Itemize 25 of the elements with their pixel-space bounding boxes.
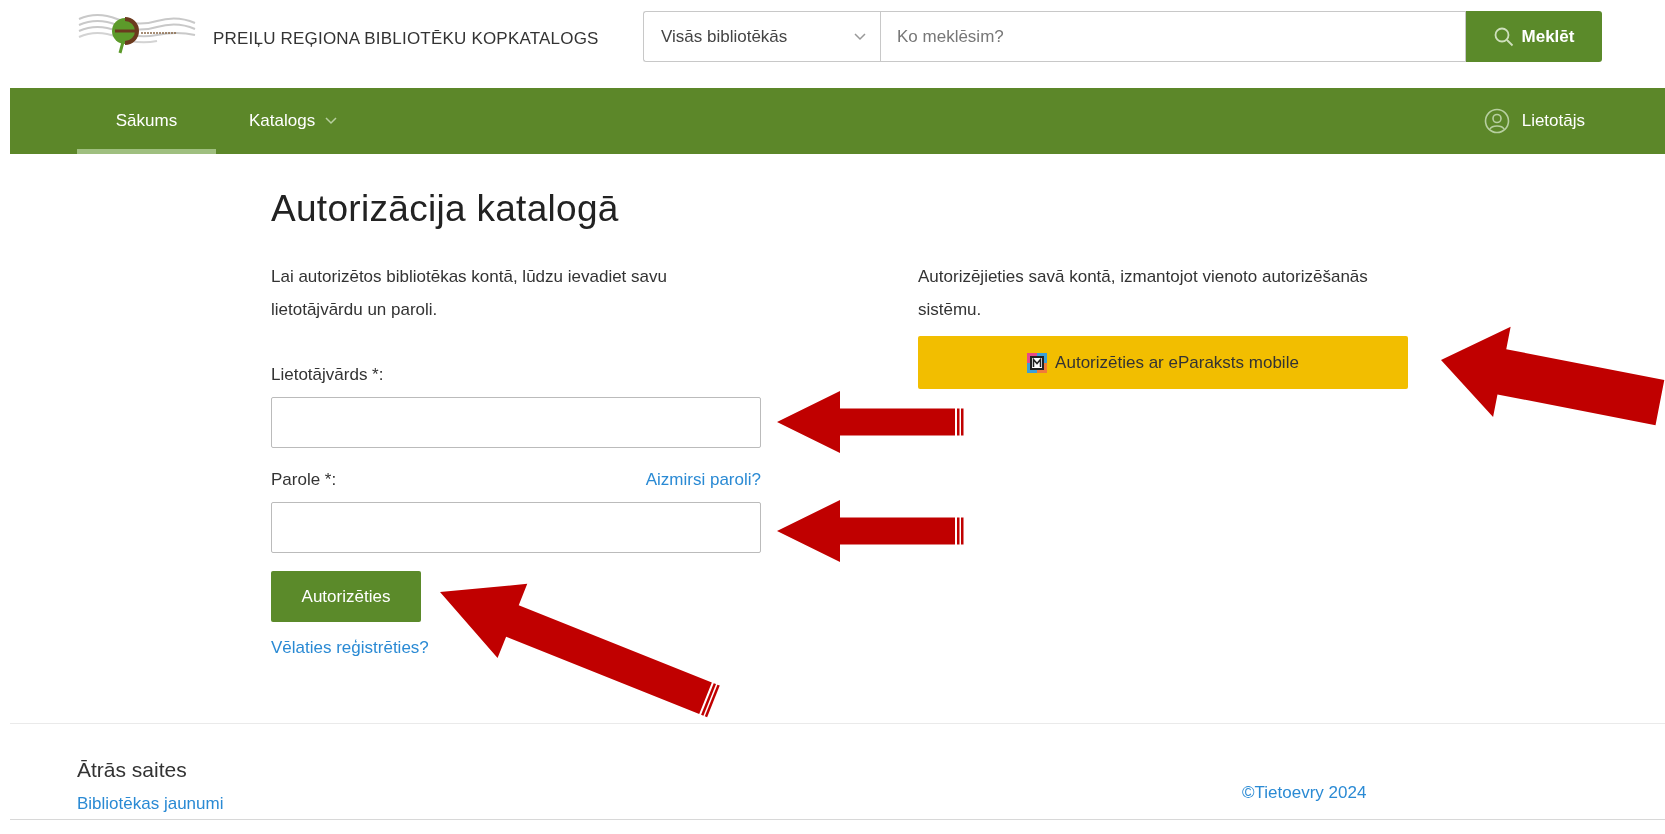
chevron-down-icon [854,32,866,41]
nav-tab[interactable]: Sākums [77,88,216,154]
field-label: Parole *: [271,470,337,490]
copyright-text: ©Tietoevry 2024 [1242,783,1367,804]
eparaksts-icon [1027,352,1048,373]
register-link[interactable]: Vēlaties reģistrēties? [271,638,429,658]
search-field[interactable]: Ko meklēsim? [880,11,1466,62]
username-field[interactable] [271,397,761,448]
login-button[interactable]: Autorizēties [271,571,421,622]
library-scope-dropdown[interactable]: Visās bibliotēkās [643,11,880,62]
user-icon [1483,108,1510,134]
footer-link[interactable]: Bibliotēkas jaunumi [77,794,1242,814]
nav-tab[interactable]: Katalogs [216,88,371,154]
page-heading: Autorizācija katalogā [271,188,619,230]
sso-instructions: Autorizējieties savā kontā, izmantojot vienoto autorizēšanās sistēmu. [918,266,1368,321]
eparaksts-login-button[interactable]: Autorizēties ar eParaksts mobile [918,336,1408,389]
search-button[interactable]: Meklēt [1466,11,1602,62]
search-icon [1493,26,1514,47]
quick-links-heading: Ātrās saites [77,758,188,782]
catalog-title: PREIĻU REĢIONA BIBLIOTĒKU KOPKATALOGS [213,29,599,49]
forgot-password-link[interactable]: Aizmirsi paroli? [645,470,761,490]
user-menu[interactable]: Lietotājs [1483,88,1585,154]
login-instructions: Lai autorizētos bibliotēkas kontā, lūdzu ievadiet savu lietotājvārdu un paroli. [271,266,668,321]
field-label: Lietotājvārds *: [271,365,384,385]
password-field[interactable] [271,502,761,553]
